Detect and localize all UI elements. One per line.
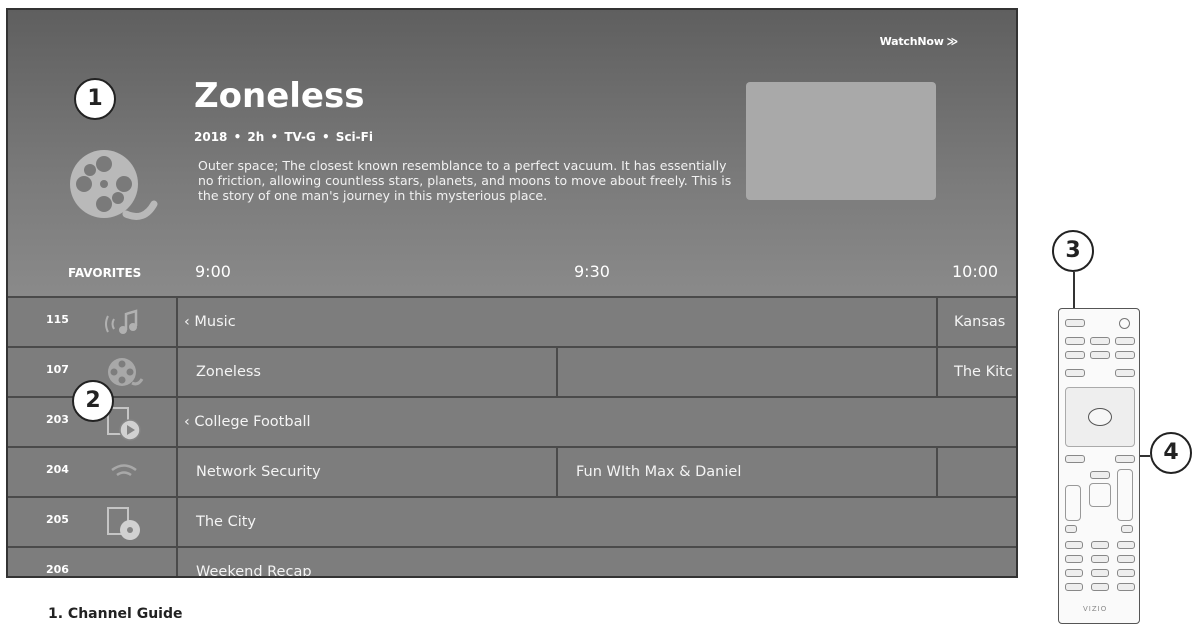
- channel-number: 107: [46, 363, 69, 376]
- program-cell[interactable]: ‹ Music: [176, 298, 936, 346]
- number-button[interactable]: [1091, 555, 1109, 563]
- program-cell[interactable]: Fun WIth Max & Daniel: [556, 448, 936, 496]
- program-cell[interactable]: [936, 448, 1016, 496]
- input-button[interactable]: [1065, 319, 1085, 327]
- channel-number: 205: [46, 513, 69, 526]
- callout-2: 2: [72, 380, 114, 422]
- program-meta: 2018 • 2h • TV-G • Sci-Fi: [194, 130, 373, 144]
- guide-row: 205 The City: [8, 496, 1016, 546]
- music-icon: [105, 309, 138, 334]
- mute-button[interactable]: [1089, 483, 1111, 507]
- remote-button[interactable]: [1090, 471, 1110, 479]
- volume-rocker[interactable]: [1065, 485, 1081, 521]
- number-button[interactable]: [1065, 541, 1083, 549]
- number-button[interactable]: [1065, 555, 1083, 563]
- remote-button[interactable]: [1065, 525, 1077, 533]
- d-pad[interactable]: [1065, 387, 1135, 447]
- app-button[interactable]: [1090, 337, 1110, 345]
- program-cell[interactable]: The Kitc: [936, 348, 1016, 396]
- number-button[interactable]: [1091, 541, 1109, 549]
- film-disc-icon: [107, 507, 140, 540]
- guide-row: 206 Weekend Recap: [8, 546, 1016, 576]
- number-button[interactable]: [1117, 541, 1135, 549]
- number-button[interactable]: [1091, 583, 1109, 591]
- guide-row: 204 Network Security Fun WIth Max & Dani…: [8, 446, 1016, 496]
- remote-brand-logo: VIZIO: [1083, 605, 1108, 613]
- remote-button[interactable]: [1115, 369, 1135, 377]
- callout-4: 4: [1150, 432, 1192, 474]
- power-button[interactable]: [1119, 318, 1130, 329]
- film-reel-icon: [70, 150, 158, 220]
- app-button[interactable]: [1115, 337, 1135, 345]
- channel-number: 115: [46, 313, 69, 326]
- preview-thumbnail: [746, 82, 936, 200]
- time-slot-label: 9:00: [195, 262, 231, 281]
- app-button[interactable]: [1090, 351, 1110, 359]
- info-button[interactable]: [1115, 455, 1135, 463]
- number-button[interactable]: [1065, 583, 1083, 591]
- brand-name: WatchNow: [879, 35, 944, 48]
- callout-3: 3: [1052, 230, 1094, 272]
- number-button[interactable]: [1117, 583, 1135, 591]
- callout-1: 1: [74, 78, 116, 120]
- channel-number: 204: [46, 463, 69, 476]
- number-button[interactable]: [1065, 569, 1083, 577]
- time-slot-label: 9:30: [574, 262, 610, 281]
- app-button[interactable]: [1065, 337, 1085, 345]
- program-cell[interactable]: Zoneless: [176, 348, 556, 396]
- brand-chevron-icon: ≫: [946, 35, 959, 48]
- brand-logo: WatchNow ≫: [879, 35, 959, 48]
- channel-number: 203: [46, 413, 69, 426]
- wifi-icon: [111, 464, 137, 477]
- program-title: Zoneless: [194, 76, 365, 116]
- app-button[interactable]: [1115, 351, 1135, 359]
- channel-guide-screen: WatchNow ≫ Zoneless 2018 • 2h • TV-G • Sc…: [6, 8, 1018, 578]
- film-reel-icon: [108, 358, 144, 386]
- number-button[interactable]: [1091, 569, 1109, 577]
- channel-rocker[interactable]: [1117, 469, 1133, 521]
- guide-button[interactable]: [1065, 455, 1085, 463]
- program-cell[interactable]: [556, 348, 936, 396]
- guide-row: 115 ‹ Music Kansas: [8, 296, 1016, 346]
- channel-number: 206: [46, 563, 69, 576]
- figure-caption: 1. Channel Guide: [48, 606, 183, 622]
- program-cell[interactable]: The City: [176, 498, 1016, 546]
- favorites-label[interactable]: FAVORITES: [68, 266, 141, 280]
- program-cell[interactable]: ‹ College Football: [176, 398, 1016, 446]
- program-cell[interactable]: Network Security: [176, 448, 556, 496]
- remote-control: VIZIO: [1058, 308, 1140, 624]
- ok-button[interactable]: [1088, 408, 1112, 426]
- program-info-panel: WatchNow ≫ Zoneless 2018 • 2h • TV-G • Sc…: [8, 10, 1016, 296]
- number-button[interactable]: [1117, 555, 1135, 563]
- program-description: Outer space; The closest known resemblan…: [198, 158, 732, 203]
- remote-button[interactable]: [1121, 525, 1133, 533]
- program-cell[interactable]: Weekend Recap: [176, 548, 1016, 576]
- program-cell[interactable]: Kansas: [936, 298, 1016, 346]
- remote-button[interactable]: [1065, 369, 1085, 377]
- guide-row: 203 ‹ College Football: [8, 396, 1016, 446]
- time-slot-label: 10:00: [952, 262, 999, 281]
- guide-grid: 115 ‹ Music Kansas 107 Zoneless The Kitc: [8, 296, 1016, 576]
- app-button[interactable]: [1065, 351, 1085, 359]
- guide-row: 107 Zoneless The Kitc: [8, 346, 1016, 396]
- number-button[interactable]: [1117, 569, 1135, 577]
